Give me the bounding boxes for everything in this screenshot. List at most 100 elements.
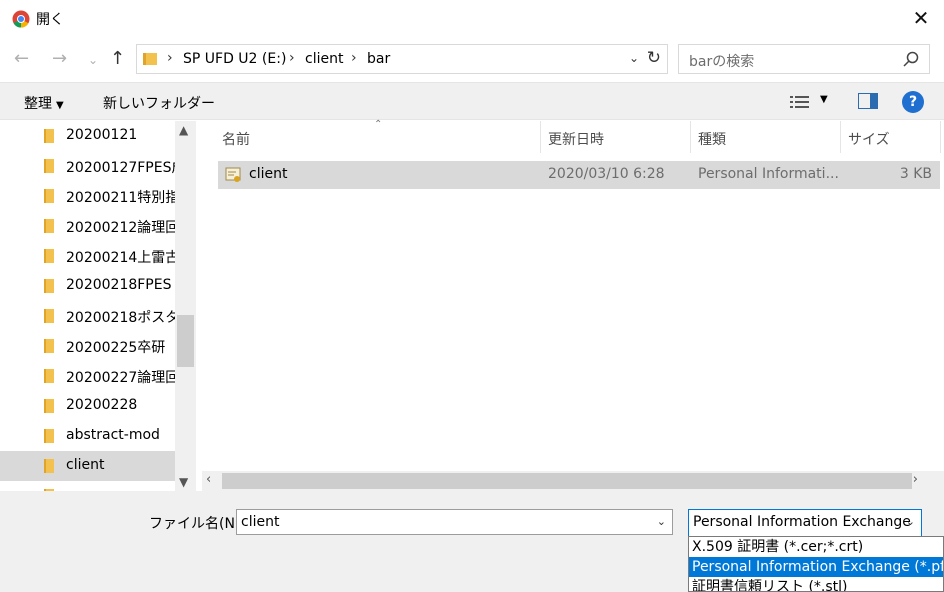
folder-icon xyxy=(44,399,54,413)
horizontal-scrollbar[interactable]: ‹ › xyxy=(202,471,944,491)
tree-item-label: 20200228 xyxy=(66,397,138,413)
address-bar[interactable]: › SP UFD U2 (E:) › client › bar ⌄ ↻ xyxy=(136,44,668,74)
caret-down-icon: ▼ xyxy=(56,100,64,111)
new-folder-button[interactable]: 新しいフォルダー xyxy=(103,93,215,113)
breadcrumb-client[interactable]: client xyxy=(305,51,343,67)
tree-scrollbar[interactable]: ▲ ▼ xyxy=(175,121,196,491)
filename-value: client xyxy=(241,514,280,530)
breadcrumb-bar[interactable]: bar xyxy=(367,51,390,67)
tree-item-label: client xyxy=(66,457,105,473)
file-type-option[interactable]: X.509 証明書 (*.cer;*.crt) xyxy=(689,537,943,557)
scroll-thumb[interactable] xyxy=(177,315,194,367)
tree-item[interactable]: 20200228 xyxy=(0,391,175,421)
scroll-right-icon[interactable]: › xyxy=(913,472,918,487)
tree-item[interactable]: 20200227論理回 xyxy=(0,361,179,391)
search-icon xyxy=(903,51,919,67)
view-dropdown-icon[interactable]: ▼ xyxy=(820,94,828,105)
tree-item[interactable]: 20200127FPES成 xyxy=(0,151,186,181)
column-divider[interactable] xyxy=(940,121,941,153)
view-options-icon[interactable] xyxy=(790,95,810,109)
tree-item[interactable]: abstract-mod xyxy=(0,421,175,451)
scroll-thumb[interactable] xyxy=(222,473,912,489)
folder-icon xyxy=(44,459,54,473)
file-list: ⌃ 名前 更新日時 種類 サイズ client 2020/03/10 6:28 … xyxy=(202,119,944,471)
file-size: 3 KB xyxy=(899,166,932,182)
breadcrumb-separator-icon: › xyxy=(289,50,295,66)
file-row[interactable]: client 2020/03/10 6:28 Personal Informat… xyxy=(218,161,940,189)
tree-item-partial[interactable] xyxy=(0,481,175,491)
filename-field[interactable]: client ⌄ xyxy=(236,509,673,535)
help-icon[interactable]: ? xyxy=(902,91,924,113)
column-header-type[interactable]: 種類 xyxy=(698,129,726,149)
navigation-tree: 20200121 20200127FPES成 20200211特別指 20200… xyxy=(0,121,196,491)
back-button[interactable]: ← xyxy=(14,48,29,69)
chevron-down-icon: ⌄ xyxy=(905,515,915,528)
organize-button[interactable]: 整理 ▼ xyxy=(24,93,64,113)
tree-item[interactable]: 20200211特別指 xyxy=(0,181,179,211)
folder-icon xyxy=(44,309,54,323)
column-header-modified[interactable]: 更新日時 xyxy=(548,129,604,149)
refresh-icon[interactable]: ↻ xyxy=(647,48,661,68)
tree-item-label: 20200212論理回 xyxy=(66,220,180,236)
tree-item[interactable]: 20200212論理回 xyxy=(0,211,179,241)
tree-item-label: 20200218FPES xyxy=(66,277,172,293)
navigation-bar: ← → ⌄ ↑ › SP UFD U2 (E:) › client › bar … xyxy=(0,36,944,82)
tree-item-label: 20200227論理回 xyxy=(66,370,180,386)
search-placeholder: barの検索 xyxy=(689,54,755,70)
certificate-file-icon xyxy=(225,167,241,182)
title-bar: 開く ✕ xyxy=(0,0,944,36)
file-type-dropdown: X.509 証明書 (*.cer;*.crt) Personal Informa… xyxy=(688,536,944,592)
folder-icon xyxy=(44,339,54,353)
tree-item-selected[interactable]: client xyxy=(0,451,175,481)
folder-icon xyxy=(44,129,54,143)
tree-item[interactable]: 20200225卒研 xyxy=(0,331,175,361)
tree-item[interactable]: 20200218ポスター xyxy=(0,301,193,331)
close-button[interactable]: ✕ xyxy=(898,0,944,36)
folder-icon xyxy=(44,159,54,173)
column-divider[interactable] xyxy=(690,121,691,153)
recent-locations-button[interactable]: ⌄ xyxy=(88,53,98,67)
file-type-option-selected[interactable]: Personal Information Exchange (*.pfx;*.p… xyxy=(689,557,943,577)
up-button[interactable]: ↑ xyxy=(110,48,125,69)
tree-item-label: 20200121 xyxy=(66,127,138,143)
close-icon: ✕ xyxy=(912,6,930,30)
tree-item[interactable]: 20200214上雷古 xyxy=(0,241,179,271)
tree-item-label: abstract-mod xyxy=(66,427,160,443)
breadcrumb-separator-icon: › xyxy=(167,50,173,66)
tree-item-label: 20200214上雷古 xyxy=(66,250,180,266)
scroll-left-icon[interactable]: ‹ xyxy=(206,472,211,487)
column-divider[interactable] xyxy=(840,121,841,153)
column-header-size[interactable]: サイズ xyxy=(848,129,890,149)
tree-item[interactable]: 20200121 xyxy=(0,121,175,151)
file-type-select[interactable]: Personal Information Exchange ⌄ xyxy=(688,509,922,537)
filename-label: ファイル名(N): xyxy=(149,516,246,532)
sort-ascending-icon: ⌃ xyxy=(374,119,383,130)
folder-icon xyxy=(44,429,54,443)
chevron-down-icon[interactable]: ⌄ xyxy=(657,515,666,528)
tree-item-label: 20200127FPES成 xyxy=(66,160,186,176)
tree-item-label: 20200211特別指 xyxy=(66,190,180,206)
breadcrumb-drive[interactable]: SP UFD U2 (E:) xyxy=(183,51,286,67)
file-type-option[interactable]: 証明書信頼リスト (*.stl) xyxy=(689,577,943,591)
column-header-name[interactable]: 名前 xyxy=(222,129,250,149)
folder-icon xyxy=(44,189,54,203)
folder-icon xyxy=(143,53,157,65)
scroll-up-icon[interactable]: ▲ xyxy=(179,123,188,137)
breadcrumb-separator-icon: › xyxy=(351,50,357,66)
window-title: 開く xyxy=(36,12,64,28)
folder-icon xyxy=(44,279,54,293)
forward-button[interactable]: → xyxy=(52,48,67,69)
preview-pane-icon[interactable] xyxy=(858,93,878,109)
column-divider[interactable] xyxy=(540,121,541,153)
chrome-icon xyxy=(12,10,30,28)
tree-item-label: 20200225卒研 xyxy=(66,340,166,356)
file-type: Personal Informati... xyxy=(698,166,839,182)
search-input[interactable]: barの検索 xyxy=(678,44,930,74)
folder-icon xyxy=(44,369,54,383)
organize-label: 整理 xyxy=(24,96,52,112)
file-type-value: Personal Information Exchange xyxy=(693,514,911,530)
scroll-down-icon[interactable]: ▼ xyxy=(179,475,188,489)
tree-item[interactable]: 20200218FPES xyxy=(0,271,175,301)
file-name: client xyxy=(249,166,288,182)
address-dropdown-icon[interactable]: ⌄ xyxy=(629,51,639,65)
